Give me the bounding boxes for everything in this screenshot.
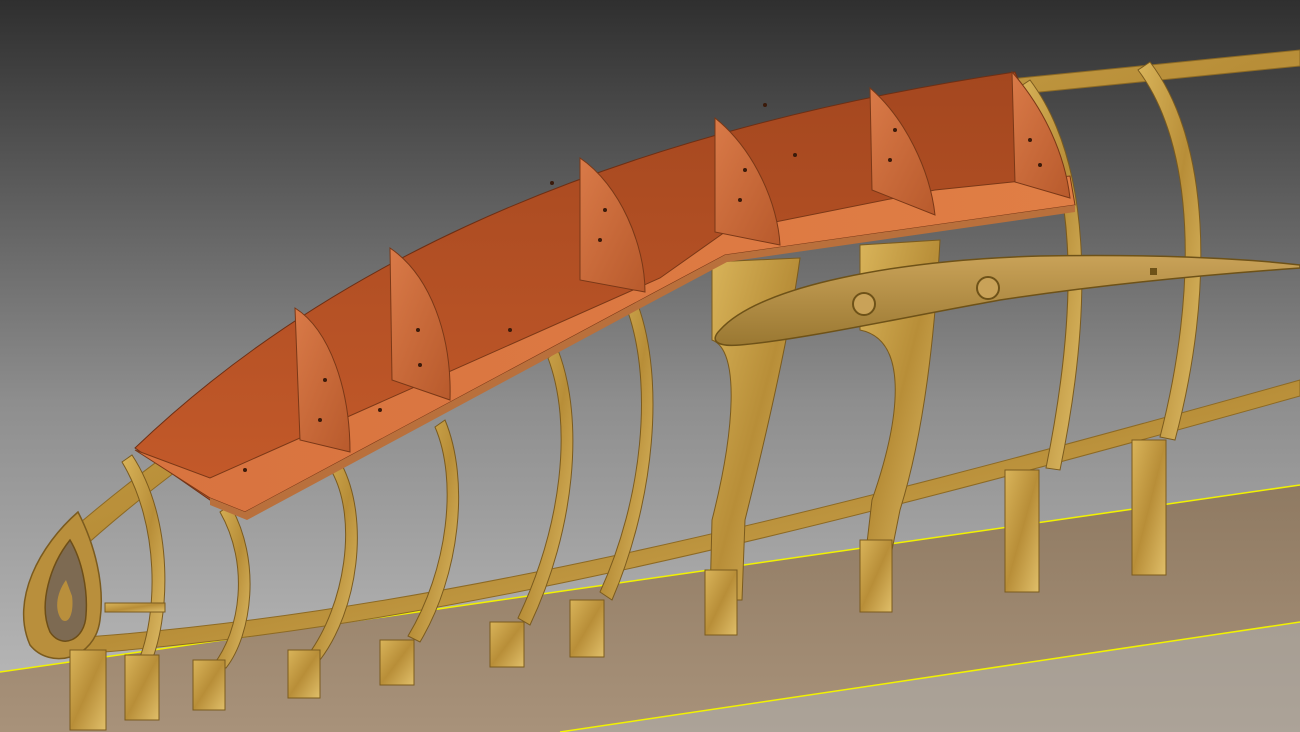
cad-3d-viewport[interactable]: [0, 0, 1300, 732]
spar-notch: [1150, 268, 1157, 275]
model-canvas[interactable]: [0, 0, 1300, 732]
wing-rib-lightening-hole-2: [976, 276, 1000, 300]
wing-rib-lightening-hole-1: [852, 292, 876, 316]
